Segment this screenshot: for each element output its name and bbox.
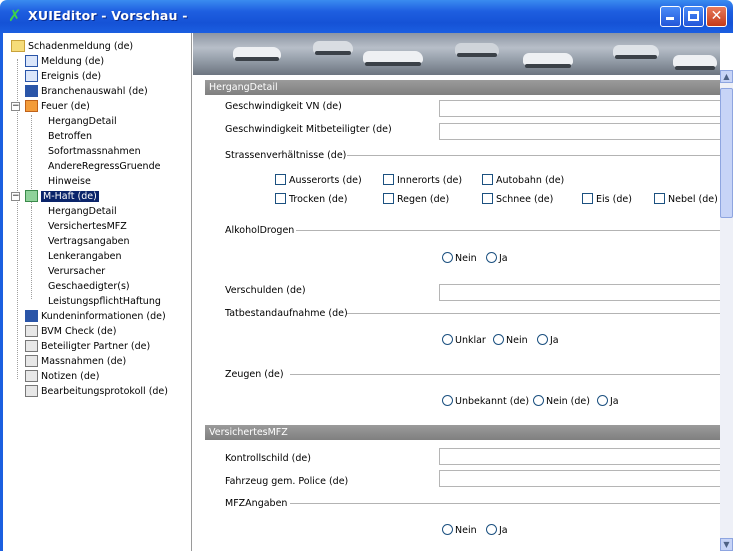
window-title: XUIEditor - Vorschau - — [28, 8, 188, 23]
label-kontrollschild: Kontrollschild (de) — [225, 453, 311, 464]
tree-item-beteiligter-partner[interactable]: Beteiligter Partner (de) — [25, 339, 150, 354]
tree-item-hinweise[interactable]: Hinweise — [48, 174, 91, 189]
tree-item-bvm-check[interactable]: BVM Check (de) — [25, 324, 116, 339]
radio-mfz-nein[interactable]: Nein — [442, 524, 477, 538]
radio-zeugen-nein[interactable]: Nein (de) — [533, 395, 590, 409]
radio-tatbestand-nein[interactable]: Nein — [493, 334, 528, 348]
label-zeugen: Zeugen (de) — [225, 369, 284, 380]
checkbox-trocken[interactable]: Trocken (de) — [275, 193, 347, 207]
form-panel: HergangDetail Geschwindigkeit VN (de) Ge… — [193, 33, 720, 551]
radio-tatbestand-ja[interactable]: Ja — [537, 334, 559, 348]
collapse-icon[interactable]: − — [11, 192, 20, 201]
tree-item-verursacher[interactable]: Verursacher — [48, 264, 105, 279]
lightning-icon — [25, 69, 38, 82]
radio-tatbestand-unklar[interactable]: Unklar — [442, 334, 486, 348]
banner-image — [193, 33, 720, 75]
fire-icon — [25, 99, 38, 112]
tree-item-hergangdetail-feuer[interactable]: HergangDetail — [48, 114, 117, 129]
tree-item-bearbeitungsprotokoll[interactable]: Bearbeitungsprotokoll (de) — [25, 384, 168, 399]
label-alkoholdrogen: AlkoholDrogen — [225, 225, 295, 236]
form-icon — [25, 54, 38, 67]
navigation-tree[interactable]: Schadenmeldung (de) Meldung (de) Ereigni… — [3, 33, 192, 551]
label-strassenverhaeltnisse: Strassenverhältnisse (de) — [225, 150, 347, 161]
tree-item-lenkerangaben[interactable]: Lenkerangaben — [48, 249, 122, 264]
tree-item-versichertesmfz[interactable]: VersichertesMFZ — [48, 219, 127, 234]
radio-zeugen-unbekannt[interactable]: Unbekannt (de) — [442, 395, 529, 409]
tree-item-andereregressgruende[interactable]: AndereRegressGruende — [48, 159, 160, 174]
tree-item-notizen[interactable]: Notizen (de) — [25, 369, 99, 384]
maximize-button[interactable] — [683, 6, 704, 27]
columns-icon — [25, 84, 38, 97]
section-header-hergangdetail: HergangDetail — [205, 80, 720, 95]
radio-zeugen-ja[interactable]: Ja — [597, 395, 619, 409]
tree-item-kundeninformationen[interactable]: Kundeninformationen (de) — [25, 309, 166, 324]
check-icon — [25, 324, 38, 337]
info-icon — [25, 309, 38, 322]
tree-item-ereignis[interactable]: Ereignis (de) — [25, 69, 101, 84]
label-verschulden: Verschulden (de) — [225, 285, 306, 296]
radio-mfz-ja[interactable]: Ja — [486, 524, 508, 538]
tree-item-hergangdetail[interactable]: HergangDetail — [48, 204, 117, 219]
tree-item-sofortmassnahmen[interactable]: Sofortmassnahmen — [48, 144, 141, 159]
tree-item-geschaedigter[interactable]: Geschaedigter(s) — [48, 279, 130, 294]
kontrollschild-field[interactable] — [439, 448, 720, 465]
radio-alkohol-nein[interactable]: Nein — [442, 252, 477, 266]
close-icon: ✕ — [710, 8, 723, 24]
verschulden-field[interactable] — [439, 284, 720, 301]
checkbox-autobahn[interactable]: Autobahn (de) — [482, 174, 564, 188]
fahrzeug-police-field[interactable] — [439, 470, 720, 487]
section-header-versichertesmfz: VersichertesMFZ — [205, 425, 720, 440]
maximize-icon — [688, 11, 699, 21]
tree-item-m-haft[interactable]: − M-Haft (de) — [11, 189, 99, 204]
people-icon — [25, 339, 38, 352]
list-icon — [25, 354, 38, 367]
tree-item-feuer[interactable]: − Feuer (de) — [11, 99, 90, 114]
folder-icon — [11, 39, 25, 52]
tree-item-schadenmeldung[interactable]: Schadenmeldung (de) — [11, 39, 133, 54]
minimize-icon — [666, 17, 674, 20]
title-bar: ✗ XUIEditor - Vorschau - ✕ — [0, 0, 733, 33]
collapse-icon[interactable]: − — [11, 102, 20, 111]
checkbox-regen[interactable]: Regen (de) — [383, 193, 449, 207]
minimize-button[interactable] — [660, 6, 681, 27]
radio-alkohol-ja[interactable]: Ja — [486, 252, 508, 266]
checkbox-eis[interactable]: Eis (de) — [582, 193, 632, 207]
note-icon — [25, 369, 38, 382]
checkbox-nebel[interactable]: Nebel (de) — [654, 193, 718, 207]
label-tatbestandaufnahme: Tatbestandaufnahme (de) — [225, 308, 348, 319]
close-button[interactable]: ✕ — [706, 6, 727, 27]
label-geschwindigkeit-mit: Geschwindigkeit Mitbeteiligter (de) — [225, 124, 392, 135]
label-mfzangaben: MFZAngaben — [225, 498, 288, 509]
app-icon: ✗ — [8, 6, 22, 25]
checkbox-ausserorts[interactable]: Ausserorts (de) — [275, 174, 362, 188]
checkbox-schnee[interactable]: Schnee (de) — [482, 193, 553, 207]
vertical-scrollbar[interactable]: ▲ ▼ — [720, 70, 733, 551]
geschwindigkeit-mitbeteiligter-field[interactable] — [439, 123, 720, 140]
car-icon — [25, 189, 38, 202]
checkbox-innerorts[interactable]: Innerorts (de) — [383, 174, 462, 188]
scroll-thumb[interactable] — [720, 88, 733, 218]
tree-item-meldung[interactable]: Meldung (de) — [25, 54, 104, 69]
scroll-down-button[interactable]: ▼ — [720, 538, 733, 551]
tree-item-betroffen[interactable]: Betroffen — [48, 129, 92, 144]
tree-item-leistungspflichthaftung[interactable]: LeistungspflichtHaftung — [48, 294, 161, 309]
scroll-up-button[interactable]: ▲ — [720, 70, 733, 83]
label-geschwindigkeit-vn: Geschwindigkeit VN (de) — [225, 101, 342, 112]
pen-icon — [25, 384, 38, 397]
tree-item-vertragsangaben[interactable]: Vertragsangaben — [48, 234, 130, 249]
geschwindigkeit-vn-field[interactable] — [439, 100, 720, 117]
label-fahrzeug: Fahrzeug gem. Police (de) — [225, 476, 349, 487]
tree-item-branchenauswahl[interactable]: Branchenauswahl (de) — [25, 84, 148, 99]
tree-item-massnahmen[interactable]: Massnahmen (de) — [25, 354, 126, 369]
